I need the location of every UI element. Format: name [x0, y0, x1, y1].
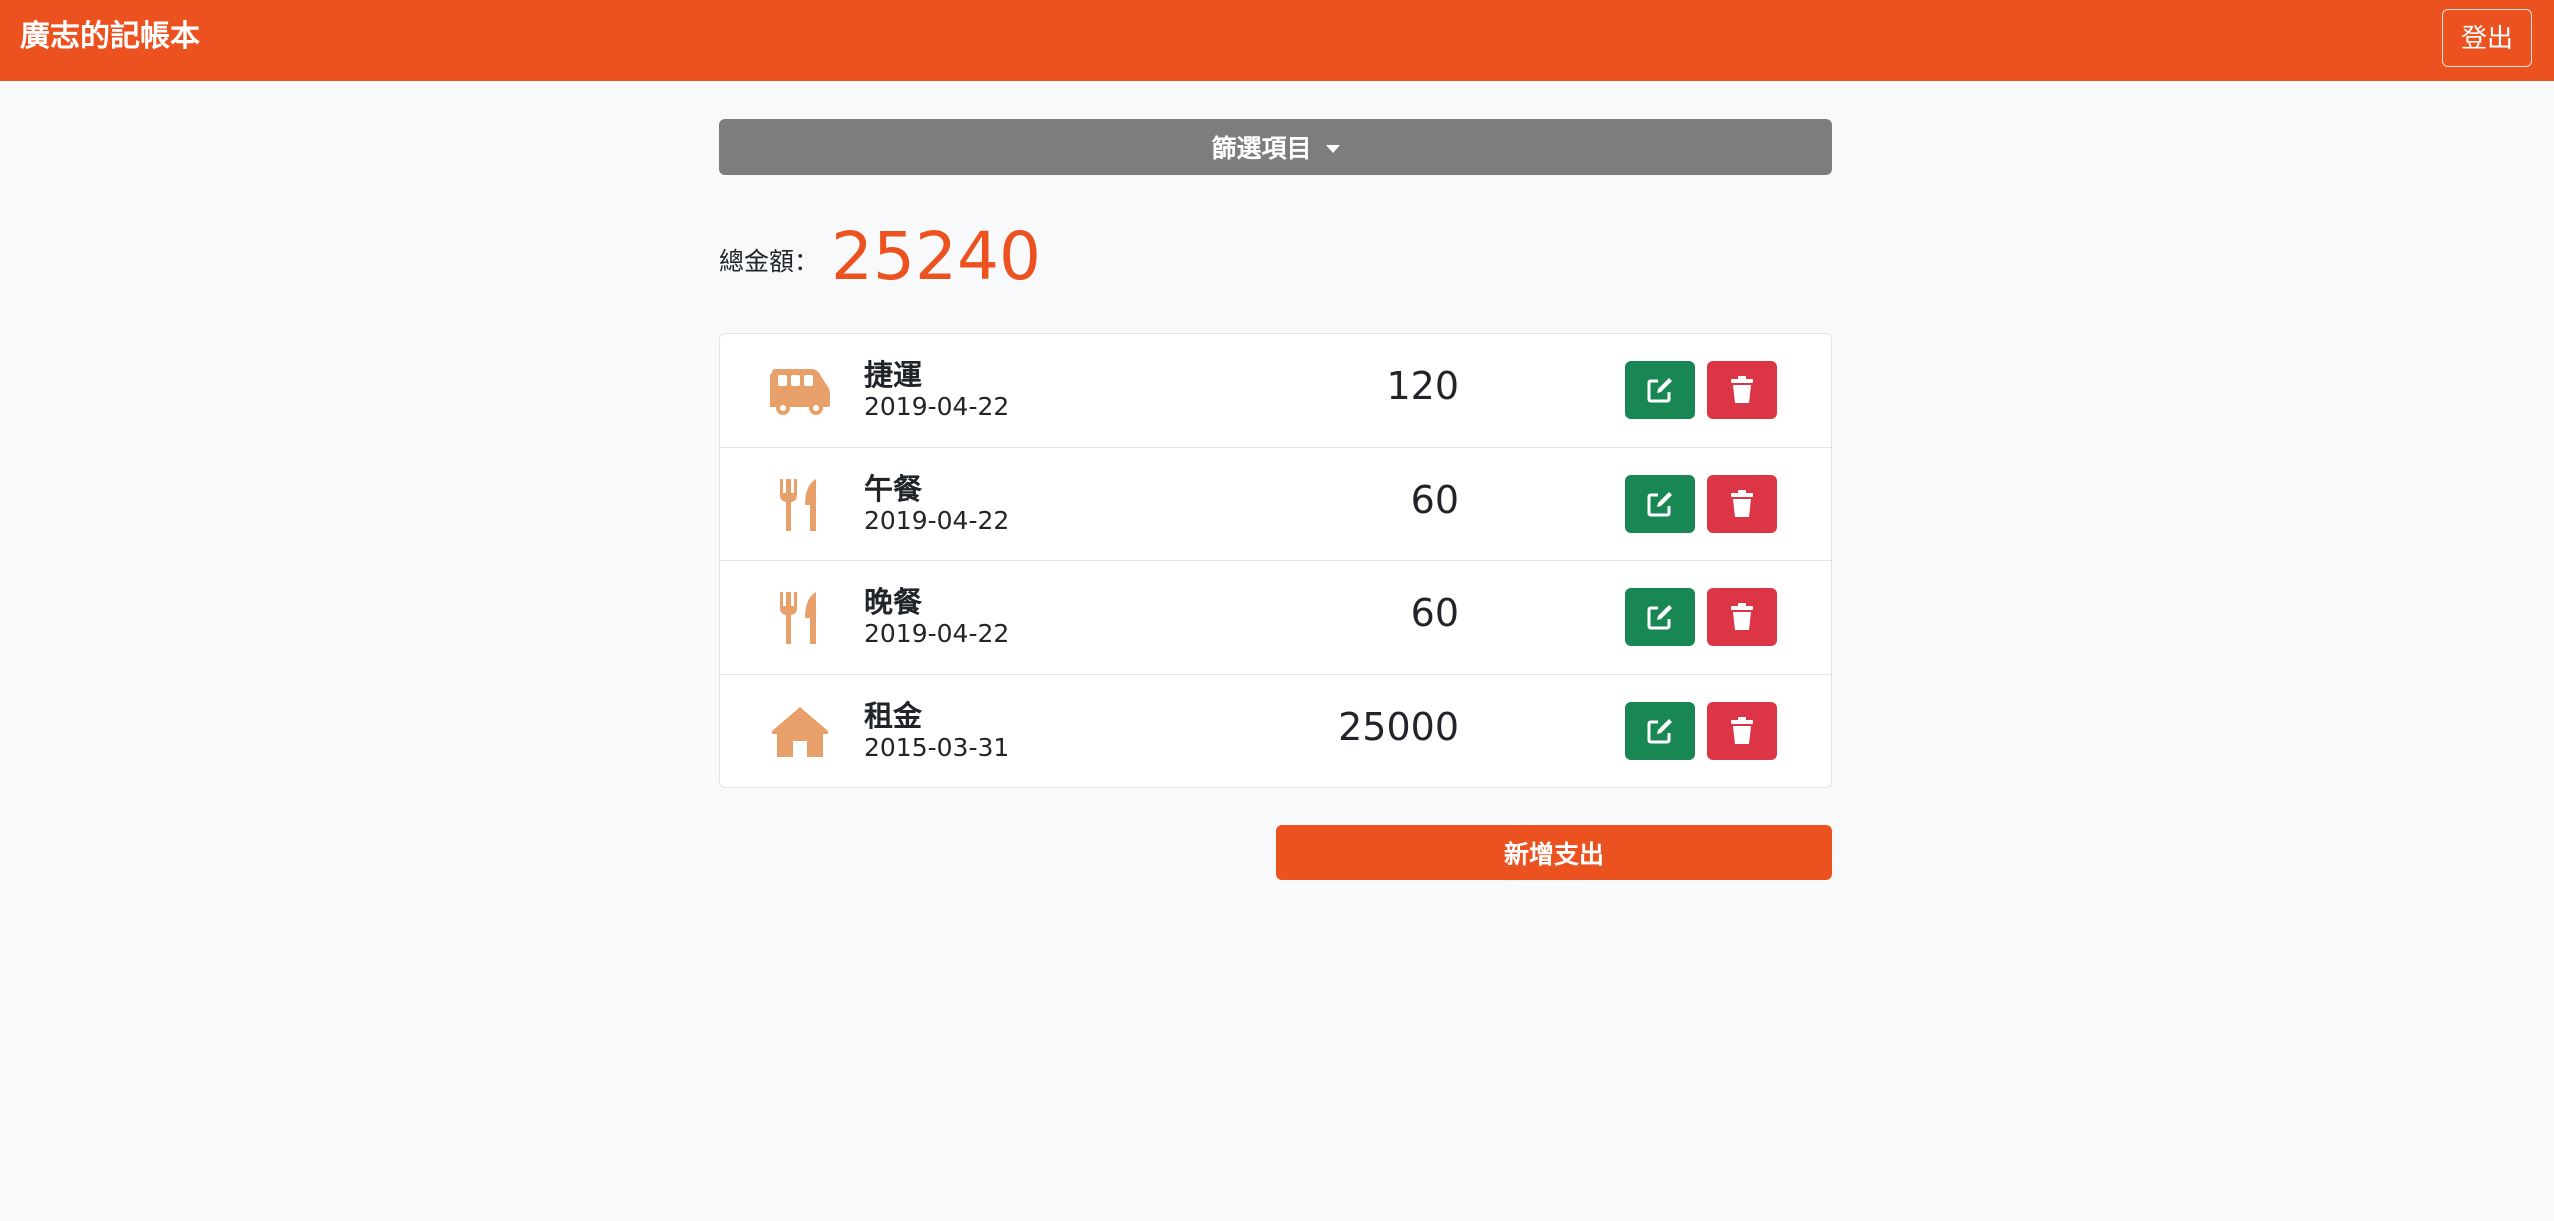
record-row: 晚餐 2019-04-22 60: [720, 561, 1831, 675]
filter-label: 篩選項目: [1211, 134, 1312, 163]
navbar: 廣志的記帳本 登出: [0, 0, 2554, 81]
utensils-icon: [768, 473, 832, 537]
total-summary: 總金額： 25240: [719, 216, 1041, 296]
edit-icon: [1647, 605, 1672, 630]
record-name: 捷運: [864, 358, 923, 392]
record-date: 2015-03-31: [864, 732, 1010, 762]
add-expense-button[interactable]: 新增支出: [1276, 825, 1832, 880]
record-amount: 60: [1410, 477, 1459, 522]
delete-button[interactable]: [1707, 361, 1777, 419]
record-amount: 60: [1410, 591, 1459, 635]
edit-icon: [1647, 378, 1672, 403]
delete-button[interactable]: [1707, 588, 1777, 646]
filter-dropdown-button[interactable]: 篩選項目: [719, 119, 1832, 175]
trash-icon: [1731, 376, 1753, 403]
van-icon: [768, 359, 832, 423]
logout-button[interactable]: 登出: [2442, 9, 2532, 67]
record-row: 租金 2015-03-31 25000: [720, 675, 1831, 787]
edit-button[interactable]: [1625, 474, 1695, 533]
edit-button[interactable]: [1625, 588, 1695, 646]
edit-icon: [1647, 718, 1672, 743]
record-row: 捷運 2019-04-22 120: [720, 334, 1831, 448]
record-amount: 25000: [1338, 704, 1459, 749]
record-amount: 120: [1386, 364, 1459, 408]
edit-button[interactable]: [1625, 361, 1695, 419]
app-title[interactable]: 廣志的記帳本: [20, 18, 200, 56]
record-date: 2019-04-22: [864, 619, 1010, 648]
home-icon: [768, 700, 832, 764]
record-date: 2019-04-22: [864, 392, 1010, 421]
caret-down-icon: [1325, 144, 1340, 153]
edit-button[interactable]: [1625, 701, 1695, 760]
trash-icon: [1731, 603, 1753, 630]
record-list: 捷運 2019-04-22 120 午餐 2019-04-22 60 晚餐 20…: [719, 333, 1832, 788]
total-amount: 25240: [831, 217, 1041, 295]
record-name: 晚餐: [864, 585, 923, 619]
record-row: 午餐 2019-04-22 60: [720, 448, 1831, 561]
record-name: 午餐: [864, 471, 923, 506]
total-label: 總金額：: [719, 247, 820, 276]
trash-icon: [1731, 489, 1753, 517]
record-date: 2019-04-22: [864, 505, 1010, 535]
edit-icon: [1647, 491, 1672, 516]
utensils-icon: [768, 586, 832, 650]
trash-icon: [1731, 716, 1753, 744]
delete-button[interactable]: [1707, 701, 1777, 760]
record-name: 租金: [864, 698, 923, 733]
delete-button[interactable]: [1707, 474, 1777, 533]
